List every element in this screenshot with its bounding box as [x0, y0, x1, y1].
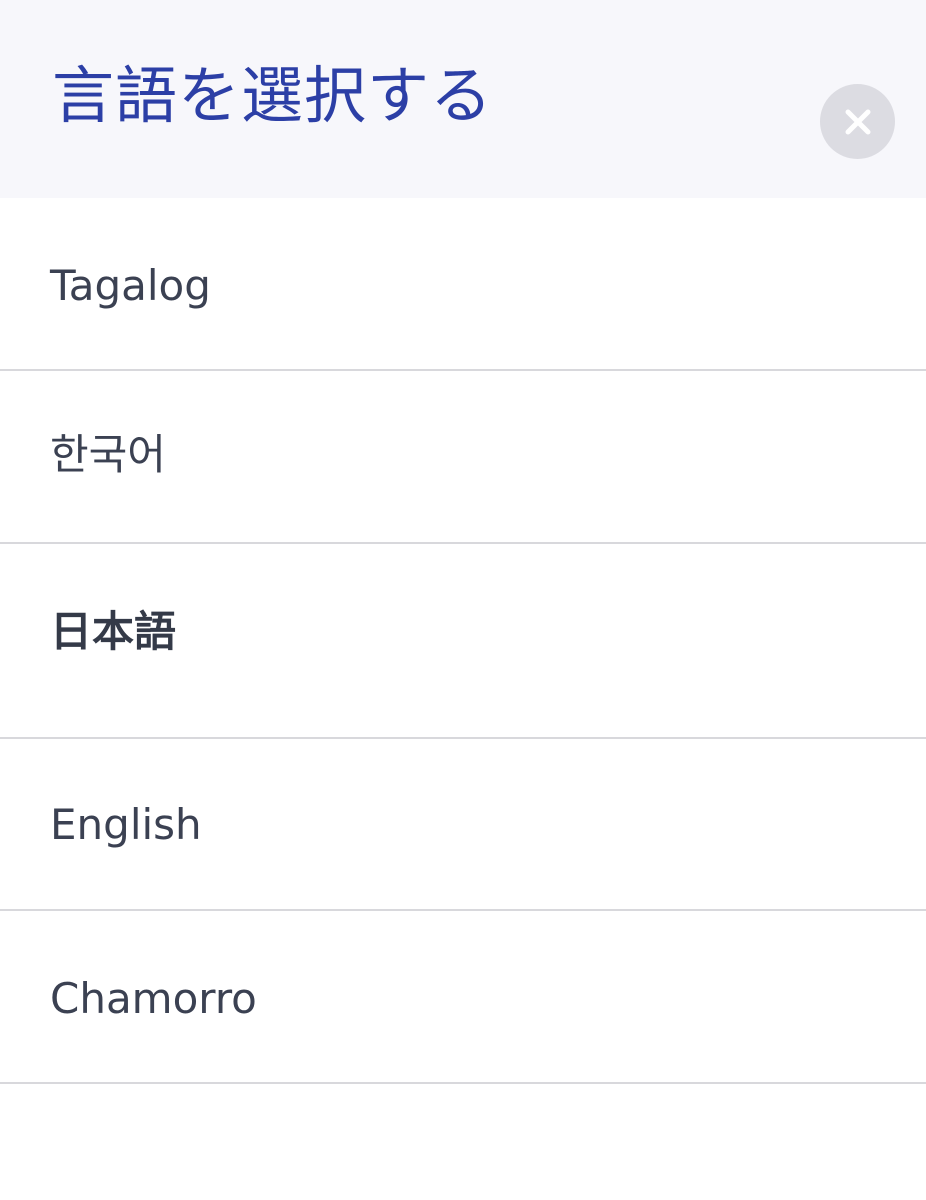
language-option-label: English — [50, 800, 202, 849]
language-list: Tagalog 한국어 日本語 English Chamorro — [0, 198, 926, 1084]
language-option-chamorro[interactable]: Chamorro — [0, 911, 926, 1084]
page-title: 言語を選択する — [52, 59, 494, 132]
language-option-label: 한국어 — [50, 430, 166, 479]
language-option-english[interactable]: English — [0, 739, 926, 911]
close-icon — [845, 109, 870, 134]
close-button[interactable] — [820, 84, 895, 159]
sheet-header: 言語を選択する — [0, 0, 926, 198]
language-option-label: 日本語 — [50, 607, 177, 656]
language-option-label: Tagalog — [50, 261, 211, 310]
language-option-tagalog[interactable]: Tagalog — [0, 198, 926, 371]
language-option-japanese[interactable]: 日本語 — [0, 544, 926, 739]
language-option-korean[interactable]: 한국어 — [0, 371, 926, 544]
language-option-label: Chamorro — [50, 974, 257, 1023]
language-selector-sheet: 言語を選択する Tagalog 한국어 日本語 English Chamorro — [0, 0, 926, 1200]
